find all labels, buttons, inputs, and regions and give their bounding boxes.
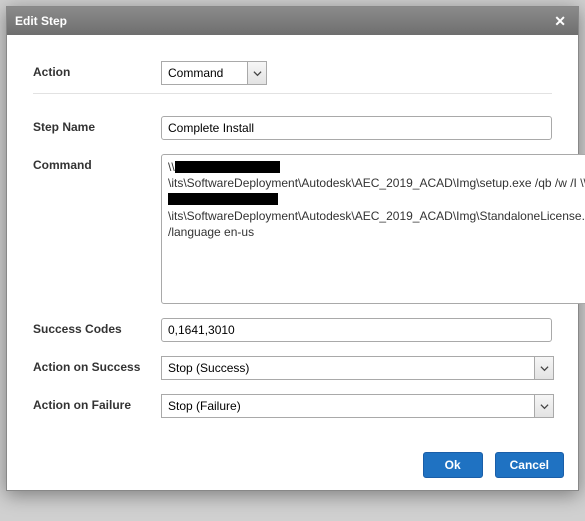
action-on-failure-select[interactable]: Stop (Failure) — [162, 395, 534, 417]
row-success-codes: Success Codes — [33, 318, 552, 342]
close-icon[interactable]: ✕ — [550, 12, 570, 30]
dialog-title: Edit Step — [15, 14, 67, 28]
label-step-name: Step Name — [33, 116, 161, 134]
row-step-name: Step Name — [33, 116, 552, 140]
ok-button[interactable]: Ok — [423, 452, 483, 478]
label-command: Command — [33, 154, 161, 172]
chevron-down-icon[interactable] — [534, 395, 553, 417]
divider — [33, 93, 552, 94]
dialog-titlebar: Edit Step ✕ — [7, 7, 578, 35]
redacted-server-1 — [175, 161, 280, 173]
cancel-button[interactable]: Cancel — [495, 452, 564, 478]
label-action: Action — [33, 61, 161, 79]
step-name-input[interactable] — [161, 116, 552, 140]
label-action-on-success: Action on Success — [33, 356, 161, 374]
chevron-down-icon[interactable] — [534, 357, 553, 379]
row-action-on-success: Action on Success Stop (Success) — [33, 356, 552, 380]
row-action-on-failure: Action on Failure Stop (Failure) — [33, 394, 552, 418]
command-textarea[interactable]: \\\its\SoftwareDeployment\Autodesk\AEC_2… — [161, 154, 585, 304]
action-select[interactable]: Command — [162, 62, 247, 84]
row-command: Command \\\its\SoftwareDeployment\Autode… — [33, 154, 552, 304]
success-codes-input[interactable] — [161, 318, 552, 342]
label-action-on-failure: Action on Failure — [33, 394, 161, 412]
chevron-down-icon[interactable] — [247, 62, 266, 84]
dialog-buttons: Ok Cancel — [7, 442, 578, 490]
row-action: Action Command — [33, 61, 552, 85]
redacted-server-2 — [168, 193, 278, 205]
edit-step-dialog: Edit Step ✕ Action Command Step Name — [6, 6, 579, 491]
dialog-body: Action Command Step Name Command — [7, 35, 578, 442]
label-success-codes: Success Codes — [33, 318, 161, 336]
action-select-wrap[interactable]: Command — [161, 61, 267, 85]
action-on-success-select[interactable]: Stop (Success) — [162, 357, 534, 379]
